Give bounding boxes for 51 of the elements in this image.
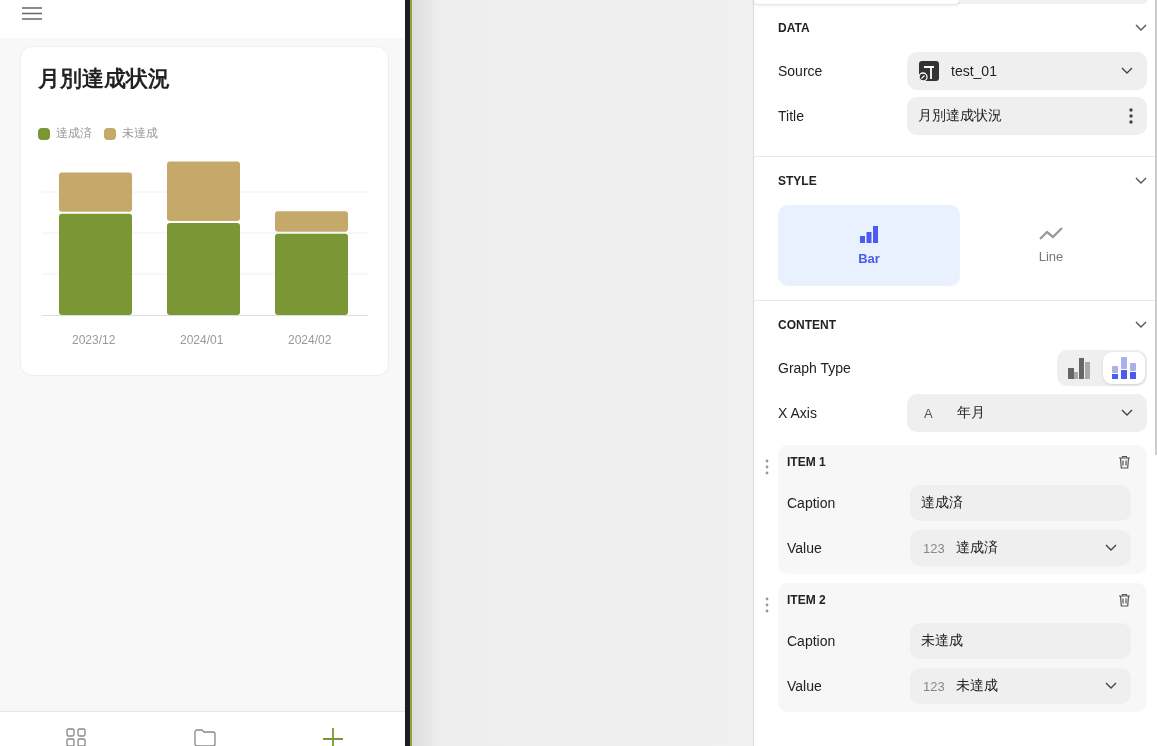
chevron-icon[interactable] [1135,177,1147,185]
drag-handle-icon[interactable] [765,597,769,613]
item-heading: ITEM 1 [787,455,826,469]
bar-chart-icon [859,225,879,243]
chevron-icon [1105,544,1117,552]
field-label: Caption [787,633,837,649]
section-title: STYLE [778,174,817,188]
stacked-bars-icon [1111,356,1137,380]
more-icon[interactable] [1129,108,1133,124]
field-label: Source [778,63,824,79]
trash-icon[interactable] [1118,593,1131,607]
caption-field[interactable]: 未達成 [910,623,1131,659]
grouped-bars-icon [1067,356,1093,380]
plus-icon[interactable] [323,728,343,746]
line-chart-icon [1039,227,1063,241]
field-label: Caption [787,495,837,511]
source-dropdown[interactable]: test_01 [907,52,1147,90]
chevron-icon [1105,682,1117,690]
section-title: CONTENT [778,318,836,332]
field-label: Value [787,678,823,694]
style-option[interactable]: Line [960,205,1142,286]
style-option[interactable]: Bar [778,205,960,286]
legend-label: 未達成 [122,125,158,142]
value-dropdown[interactable]: 123 未達成 [910,668,1131,704]
scrollbar[interactable] [1155,0,1157,455]
value-dropdown[interactable]: 123 達成済 [910,530,1131,566]
menu-icon[interactable] [22,7,42,20]
caption-field[interactable]: 達成済 [910,485,1131,521]
table-icon [918,60,940,82]
section-title: DATA [778,21,810,35]
trash-icon[interactable] [1118,455,1131,469]
chevron-icon [1121,409,1133,417]
axis-label: 2024/01 [179,333,225,347]
field-label: Title [778,108,805,124]
legend-label: 達成済 [56,125,92,142]
drag-handle-icon[interactable] [765,459,769,475]
chevron-icon [1121,67,1133,75]
folder-icon[interactable] [193,728,216,746]
title-field[interactable]: 月別達成状況 [907,97,1147,135]
graph-type-option[interactable] [1103,352,1145,384]
item-heading: ITEM 2 [787,593,826,607]
chevron-icon[interactable] [1135,321,1147,329]
field-label: Value [787,540,823,556]
chart-title: 月別達成状況 [38,65,171,93]
grid-icon[interactable] [66,728,86,746]
axis-label: 2024/02 [287,333,333,347]
field-label: Graph Type [778,360,852,376]
x-axis-dropdown[interactable]: A 年月 [907,394,1147,432]
field-label: X Axis [778,405,818,421]
axis-label: 2023/12 [71,333,117,347]
chevron-icon[interactable] [1135,24,1147,32]
